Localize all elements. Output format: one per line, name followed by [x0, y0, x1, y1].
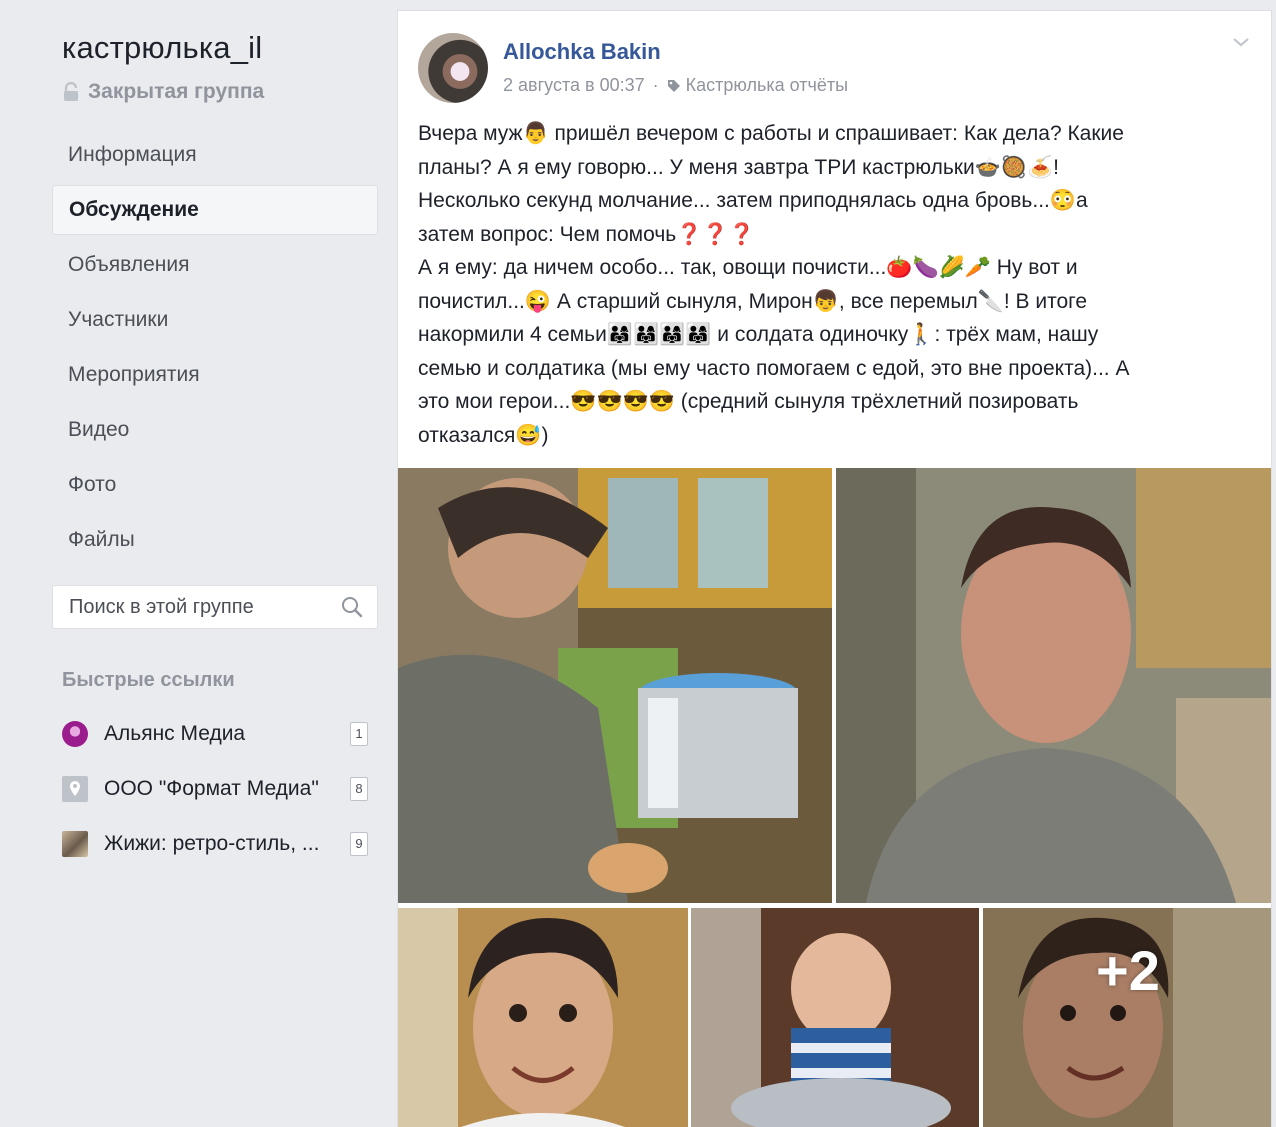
post-body: Вчера муж👨 пришёл вечером с работы и спр…: [398, 111, 1271, 469]
post-text-line: накормили 4 семьи👨‍👩‍👧👨‍👩‍👧👨‍👩‍👧👨‍👩‍👧 и …: [418, 323, 1099, 346]
group-search-input[interactable]: Поиск в этой группе: [52, 585, 378, 629]
photo-man-portrait[interactable]: [836, 468, 1272, 903]
author-avatar[interactable]: [418, 33, 488, 103]
more-photos-count[interactable]: +2: [1096, 938, 1160, 1003]
nav-item-info[interactable]: Информация: [52, 130, 378, 180]
group-sidebar: кастрюлька_il Закрытая группа Информация…: [52, 22, 378, 871]
photo-boy-one[interactable]: [398, 908, 688, 1127]
chevron-down-icon[interactable]: [1231, 35, 1251, 49]
quick-link-count: 9: [350, 831, 368, 856]
post-text-line: отказался😅): [418, 423, 549, 447]
quick-links-list: Альянс Медиа 1 ООО "Формат Медиа" 8 Жижи…: [52, 706, 378, 871]
quick-link-label: Альянс Медиа: [104, 721, 246, 745]
photo-thumb-icon: [62, 830, 88, 857]
search-icon[interactable]: [339, 594, 365, 620]
post-text-line: затем вопрос: Чем помочь❓❓❓: [418, 222, 755, 246]
quick-link-zhizhi[interactable]: Жижи: ретро-стиль, ... 9: [52, 816, 378, 871]
post-text-line: это мои герои...😎😎😎😎 (средний сынуля трё…: [418, 390, 1079, 413]
photo-man-with-pot[interactable]: [398, 468, 832, 903]
post-text-line: семью и солдатика (мы ему часто помогаем…: [418, 356, 1130, 380]
nav-item-discussion[interactable]: Обсуждение: [52, 185, 378, 235]
nav-item-videos[interactable]: Видео: [52, 405, 378, 455]
group-nav: Информация Обсуждение Объявления Участни…: [52, 130, 378, 565]
quick-link-alliance-media[interactable]: Альянс Медиа 1: [52, 706, 378, 761]
tag-icon: [667, 79, 680, 92]
nav-item-events[interactable]: Мероприятия: [52, 350, 378, 400]
nav-item-members[interactable]: Участники: [52, 295, 378, 345]
post-meta: 2 августа в 00:37 · Кастрюлька отчёты: [503, 75, 848, 96]
group-privacy-label: Закрытая группа: [88, 80, 265, 103]
post-text-line: планы? А я ему говорю... У меня завтра Т…: [418, 155, 1059, 179]
nav-item-files[interactable]: Файлы: [52, 515, 378, 565]
quick-link-label: Жижи: ретро-стиль, ...: [104, 831, 320, 855]
search-placeholder: Поиск в этой группе: [69, 595, 254, 618]
lock-icon: [64, 82, 78, 101]
post-text-line: почистил...😜 А старший сынуля, Мирон👦, в…: [418, 289, 1088, 313]
quick-link-format-media[interactable]: ООО "Формат Медиа" 8: [52, 761, 378, 816]
meta-separator: ·: [652, 75, 659, 95]
purple-circle-icon: [62, 720, 88, 747]
post-card: Allochka Bakin 2 августа в 00:37 · Кастр…: [397, 10, 1272, 1127]
post-text-line: Несколько секунд молчание... затем припо…: [418, 189, 1088, 212]
quick-link-label: ООО "Формат Медиа": [104, 776, 319, 800]
post-text-line: А я ему: да ничем особо... так, овощи по…: [418, 256, 1078, 279]
post-topic-tag[interactable]: Кастрюлька отчёты: [686, 75, 848, 96]
post-text-line: Вчера муж👨 пришёл вечером с работы и спр…: [418, 122, 1124, 145]
quick-link-count: 8: [350, 776, 368, 801]
post-photo-grid: +2: [398, 468, 1272, 1127]
nav-item-photos[interactable]: Фото: [52, 460, 378, 510]
nav-item-announcements[interactable]: Объявления: [52, 240, 378, 290]
photo-baby-in-pot[interactable]: [691, 908, 979, 1127]
post-header: Allochka Bakin 2 августа в 00:37 · Кастр…: [398, 11, 1271, 111]
quick-link-count: 1: [350, 721, 368, 746]
map-pin-icon: [62, 775, 88, 802]
post-author-name[interactable]: Allochka Bakin: [503, 39, 661, 65]
group-privacy: Закрытая группа: [62, 80, 378, 104]
group-name[interactable]: кастрюлька_il: [62, 30, 378, 66]
post-timestamp[interactable]: 2 августа в 00:37: [503, 75, 645, 96]
quick-links-title: Быстрые ссылки: [62, 669, 235, 691]
